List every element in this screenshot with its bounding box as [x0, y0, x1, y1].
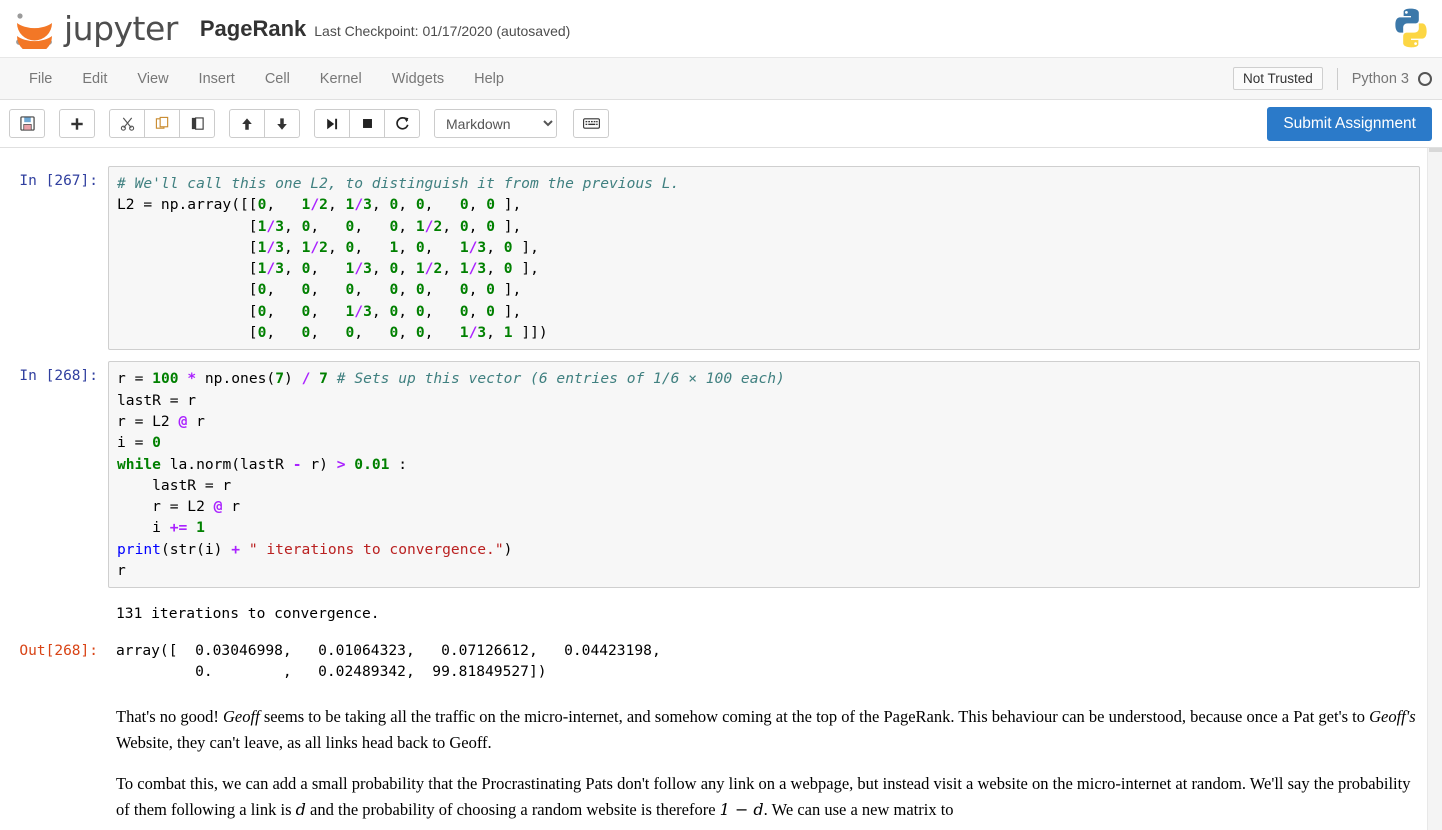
- md-text: and the probability of choosing a random…: [305, 799, 720, 819]
- run-icon: [327, 118, 338, 129]
- markdown-content: That's no good! Geoff seems to be taking…: [108, 704, 1420, 830]
- keyboard-icon: [582, 118, 600, 129]
- copy-icon: [155, 116, 168, 129]
- code-editor[interactable]: r = 100 * np.ones(7) / 7 # Sets up this …: [108, 361, 1420, 589]
- menu-file[interactable]: File: [14, 66, 67, 92]
- code-source: # We'll call this one L2, to distinguish…: [117, 175, 680, 342]
- move-cell-up-button[interactable]: [229, 109, 265, 138]
- jupyter-logo-icon: [16, 12, 52, 49]
- checkpoint-status: Last Checkpoint: 01/17/2020 (autosaved): [314, 22, 571, 39]
- input-prompt: In [268]:: [19, 368, 98, 385]
- code-source: r = 100 * np.ones(7) / 7 # Sets up this …: [117, 370, 785, 580]
- stdout-output-row: 131 iterations to convergence.: [0, 599, 1442, 624]
- restart-kernel-button[interactable]: [384, 109, 420, 138]
- copy-cell-button[interactable]: [144, 109, 180, 138]
- paste-icon: [191, 117, 204, 130]
- menu-insert[interactable]: Insert: [184, 66, 250, 92]
- input-prompt: In [267]:: [19, 173, 98, 189]
- python-logo: [1388, 4, 1434, 52]
- md-text: That's no good!: [116, 707, 224, 727]
- menu-view[interactable]: View: [122, 66, 183, 92]
- code-cell[interactable]: In [267]: # We'll call this one L2, to d…: [0, 166, 1442, 351]
- kernel-name-label: Python 3: [1351, 70, 1409, 87]
- vertical-scrollbar[interactable]: [1427, 148, 1442, 830]
- markdown-cell[interactable]: That's no good! Geoff seems to be taking…: [0, 704, 1442, 830]
- stop-square-icon: [362, 119, 372, 128]
- command-palette-button[interactable]: [573, 109, 609, 138]
- floppy-disk-icon: [19, 116, 35, 131]
- stdout-text: 131 iterations to convergence.: [116, 605, 380, 623]
- md-emphasis-geoff: Geoff: [223, 707, 260, 727]
- move-cell-down-button[interactable]: [264, 109, 300, 138]
- code-editor[interactable]: # We'll call this one L2, to distinguish…: [108, 166, 1420, 351]
- notebook-toolbar: Markdown Submit Assignment: [0, 100, 1442, 148]
- jupyter-logo-link[interactable]: jupyter: [8, 9, 178, 49]
- jupyter-wordmark: jupyter: [64, 9, 178, 48]
- plus-icon: [71, 117, 83, 130]
- restart-icon: [395, 117, 409, 130]
- paste-cell-button[interactable]: [179, 109, 215, 138]
- output-prompt-spacer: [0, 599, 108, 624]
- arrow-down-icon: [277, 117, 287, 130]
- notebook-header: jupyter PageRank Last Checkpoint: 01/17/…: [0, 0, 1442, 58]
- md-text: . We can use a new matrix to: [763, 799, 954, 819]
- stop-kernel-button[interactable]: [349, 109, 385, 138]
- menu-kernel[interactable]: Kernel: [305, 66, 377, 92]
- notebook-scroll-area[interactable]: In [267]: # We'll call this one L2, to d…: [0, 148, 1442, 830]
- markdown-paragraph-1: That's no good! Geoff seems to be taking…: [116, 704, 1420, 755]
- kernel-idle-circle-icon[interactable]: [1418, 71, 1432, 86]
- scrollbar-thumb[interactable]: [1429, 148, 1442, 152]
- trust-status-badge[interactable]: Not Trusted: [1232, 67, 1323, 90]
- result-output-row: Out[268]: array([ 0.03046998, 0.01064323…: [0, 636, 1442, 683]
- python-logo-icon: [1395, 8, 1427, 48]
- menu-widgets[interactable]: Widgets: [377, 66, 459, 92]
- cut-cell-button[interactable]: [109, 109, 145, 138]
- menu-edit[interactable]: Edit: [67, 66, 122, 92]
- run-cell-button[interactable]: [314, 109, 350, 138]
- markdown-paragraph-2: To combat this, we can add a small proba…: [116, 771, 1420, 822]
- result-text: array([ 0.03046998, 0.01064323, 0.071266…: [116, 641, 661, 680]
- cell-type-select[interactable]: Markdown: [434, 109, 557, 138]
- menu-help[interactable]: Help: [459, 66, 519, 92]
- scissors-icon: [120, 117, 134, 131]
- output-prompt: Out[268]:: [19, 642, 98, 659]
- menu-bar: File Edit View Insert Cell Kernel Widget…: [0, 58, 1442, 100]
- markdown-prompt-spacer: [0, 704, 108, 830]
- stdout-area: 131 iterations to convergence.: [108, 599, 1420, 624]
- md-emphasis-geoffs: Geoff's: [1369, 707, 1416, 727]
- arrow-up-icon: [242, 117, 252, 130]
- save-button[interactable]: [9, 109, 45, 138]
- code-cell[interactable]: In [268]: r = 100 * np.ones(7) / 7 # Set…: [0, 361, 1442, 589]
- math-one-minus-d: 1 − d: [719, 799, 764, 819]
- md-text: Website, they can't leave, as all links …: [116, 732, 492, 752]
- submit-assignment-button[interactable]: Submit Assignment: [1267, 106, 1432, 141]
- menubar-divider: [1336, 67, 1338, 90]
- menu-cell[interactable]: Cell: [250, 66, 305, 92]
- insert-cell-button[interactable]: [59, 109, 95, 138]
- math-d: d: [295, 799, 306, 819]
- md-text: seems to be taking all the traffic on th…: [259, 707, 1370, 727]
- notebook-name[interactable]: PageRank: [200, 16, 306, 42]
- result-area: array([ 0.03046998, 0.01064323, 0.071266…: [108, 636, 1420, 683]
